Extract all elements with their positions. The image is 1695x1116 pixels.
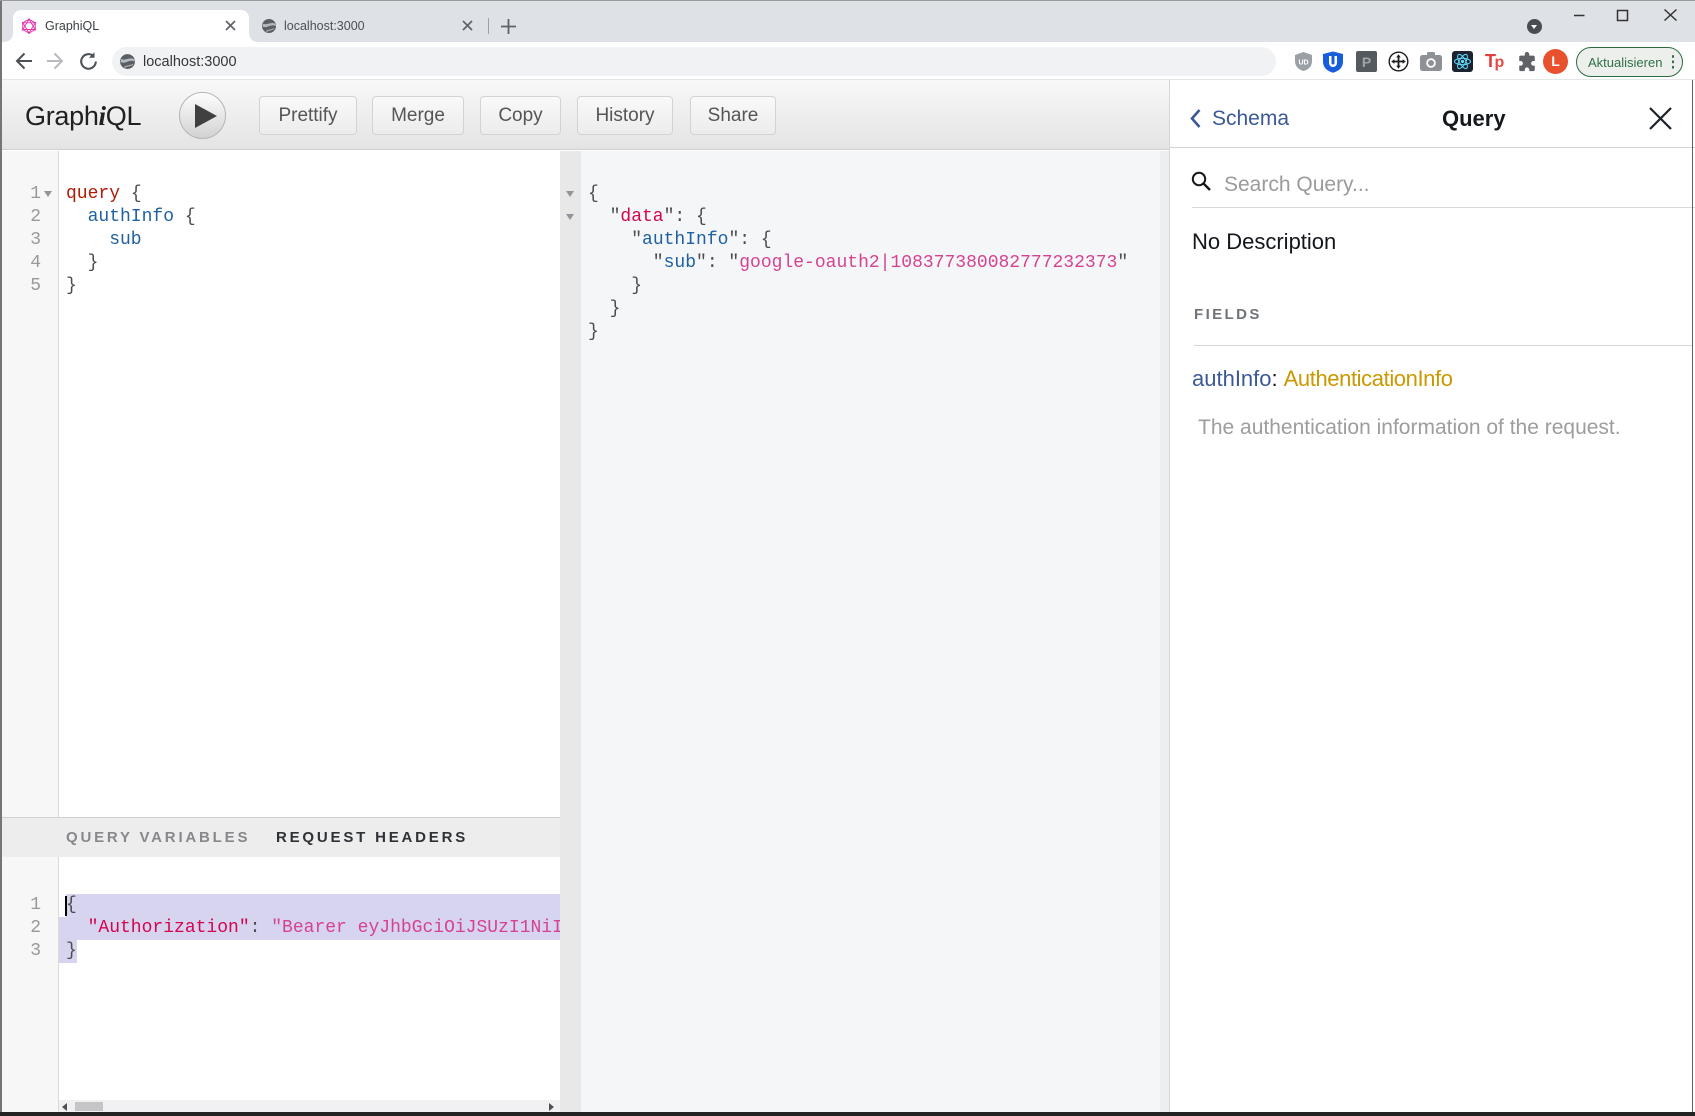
svg-text:P: P: [1362, 54, 1371, 70]
svg-text:UD: UD: [1298, 60, 1308, 67]
